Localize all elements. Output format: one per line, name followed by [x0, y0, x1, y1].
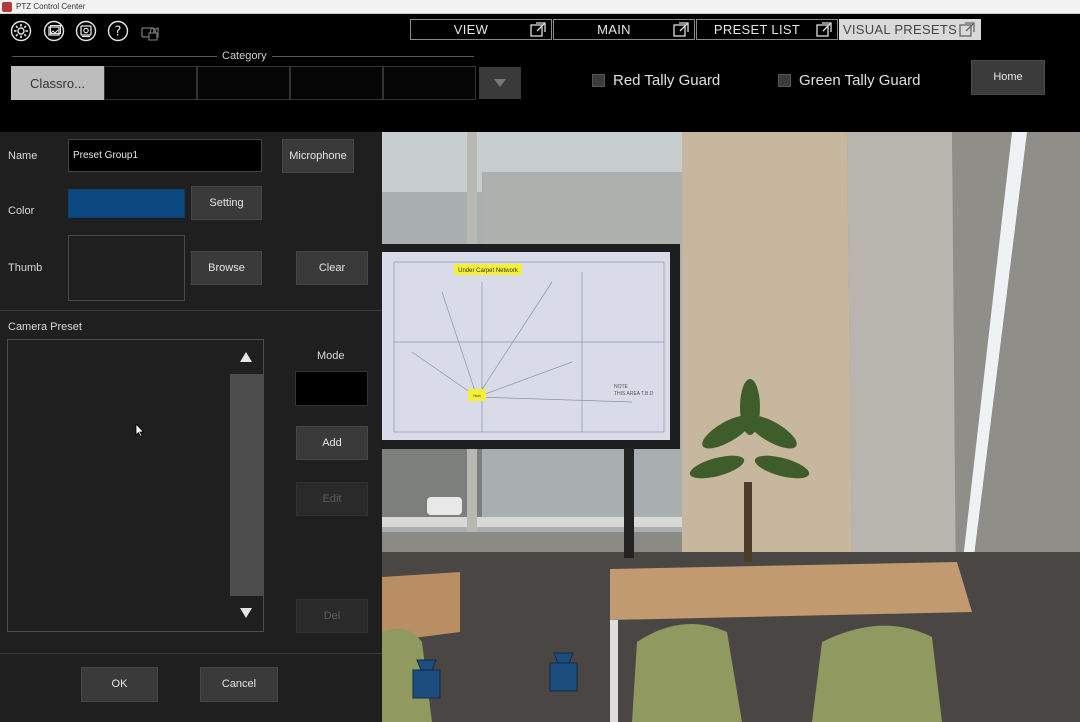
category-divider — [272, 56, 474, 57]
category-item[interactable] — [197, 66, 290, 100]
red-tally-guard-checkbox[interactable]: Red Tally Guard — [592, 70, 720, 90]
category-item[interactable] — [104, 66, 197, 100]
top-toolbar: ? VIEW MAIN PRESET LIST VISUAL PRESETS C… — [0, 14, 1080, 132]
hub-label: Hub — [473, 393, 481, 398]
category-divider — [12, 56, 217, 57]
category-title: Category — [222, 50, 267, 62]
camera-live-view[interactable]: Under Carpet Network Hub NOTE THIS AREA … — [382, 132, 1080, 722]
gallery-icon[interactable] — [43, 20, 65, 42]
tab-main-label: MAIN — [597, 22, 631, 37]
camera-feed-image: Under Carpet Network Hub NOTE THIS AREA … — [382, 132, 1080, 722]
note-line-2: THIS AREA T.B.D — [614, 391, 654, 397]
section-divider — [0, 653, 382, 654]
green-tally-guard-checkbox[interactable]: Green Tally Guard — [778, 70, 920, 90]
checkbox-box[interactable] — [592, 73, 605, 87]
nav-tabs: VIEW MAIN PRESET LIST VISUAL PRESETS — [410, 19, 982, 40]
tab-preset-list-label: PRESET LIST — [713, 22, 801, 37]
section-divider — [0, 310, 382, 311]
svg-text:?: ? — [115, 25, 122, 40]
tab-visual-presets[interactable]: VISUAL PRESETS — [839, 19, 981, 40]
screen-banner-text: Under Carpet Network — [458, 268, 519, 274]
delete-button[interactable]: Del — [296, 599, 368, 633]
thumbnail-preview — [68, 235, 185, 301]
popout-icon[interactable] — [530, 22, 546, 37]
category-strip: Classro... — [11, 66, 476, 100]
scroll-up-arrow-icon[interactable] — [240, 352, 252, 362]
popout-icon[interactable] — [816, 22, 832, 37]
add-button[interactable]: Add — [296, 426, 368, 460]
mode-display — [295, 371, 368, 406]
help-icon[interactable]: ? — [107, 20, 129, 42]
category-item[interactable] — [290, 66, 383, 100]
chevron-down-icon — [494, 79, 506, 87]
browse-button[interactable]: Browse — [191, 251, 262, 285]
window-title: PTZ Control Center — [16, 2, 86, 11]
category-item[interactable] — [383, 66, 476, 100]
setting-button[interactable]: Setting — [191, 186, 262, 220]
tab-view-label: VIEW — [453, 22, 489, 37]
cancel-button[interactable]: Cancel — [200, 667, 278, 702]
microphone-button[interactable]: Microphone — [282, 139, 354, 173]
popout-icon[interactable] — [959, 22, 975, 37]
home-button[interactable]: Home — [971, 60, 1045, 95]
camera-preset-label: Camera Preset — [8, 321, 82, 333]
scroll-down-arrow-icon[interactable] — [240, 608, 252, 618]
clear-button[interactable]: Clear — [296, 251, 368, 285]
tab-preset-list[interactable]: PRESET LIST — [696, 19, 838, 40]
color-swatch[interactable] — [68, 189, 185, 218]
tab-view[interactable]: VIEW — [410, 19, 552, 40]
tab-visual-presets-label: VISUAL PRESETS — [842, 22, 958, 37]
mouse-cursor-icon — [135, 423, 145, 437]
window-titlebar: PTZ Control Center — [0, 0, 1080, 14]
settings-icon[interactable] — [10, 20, 32, 42]
camera-lock-icon[interactable] — [139, 20, 161, 42]
scrollbar-thumb[interactable] — [230, 374, 264, 596]
ok-button[interactable]: OK — [81, 667, 158, 702]
name-label: Name — [8, 150, 38, 162]
app-icon — [2, 2, 12, 12]
thumb-label: Thumb — [8, 262, 43, 274]
camera-control-icon[interactable] — [75, 20, 97, 42]
note-line-1: NOTE — [614, 384, 629, 390]
tab-main[interactable]: MAIN — [553, 19, 695, 40]
color-label: Color — [8, 205, 35, 217]
green-tally-guard-label: Green Tally Guard — [799, 71, 921, 89]
mode-label: Mode — [317, 350, 345, 362]
edit-button[interactable]: Edit — [296, 482, 368, 516]
popout-icon[interactable] — [673, 22, 689, 37]
checkbox-box[interactable] — [778, 73, 791, 87]
category-item-selected[interactable]: Classro... — [11, 66, 104, 100]
category-dropdown-button[interactable] — [479, 67, 521, 99]
name-input[interactable] — [68, 139, 262, 172]
red-tally-guard-label: Red Tally Guard — [613, 71, 721, 89]
preset-group-editor: Name Microphone Color Setting Thumb Brow… — [0, 132, 382, 722]
camera-preset-list[interactable] — [7, 339, 264, 632]
